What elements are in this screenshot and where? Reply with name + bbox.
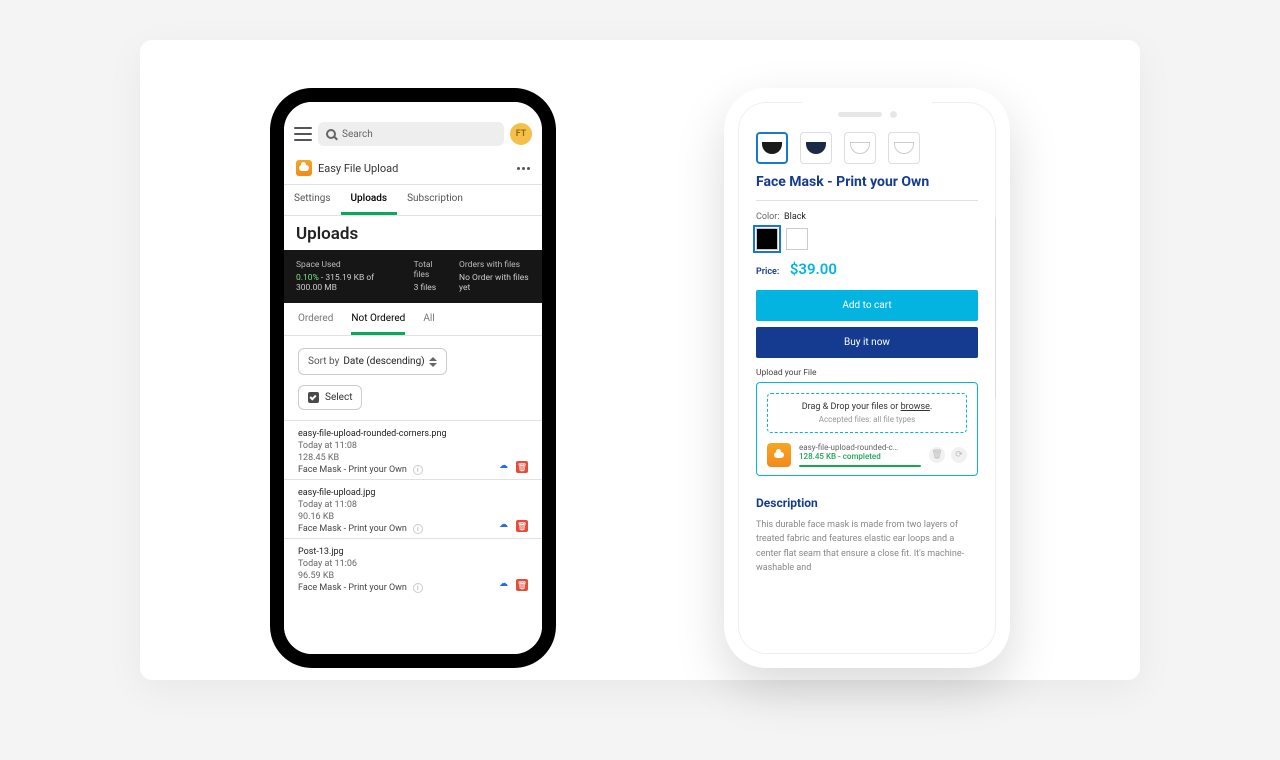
file-product: Face Mask - Print your Own [298, 524, 407, 534]
uploaded-file-status: 128.45 KB - completed [799, 452, 921, 461]
dropzone-text-post: . [930, 402, 932, 412]
color-value: Black [784, 212, 806, 222]
download-icon[interactable]: ☁ [499, 520, 508, 532]
select-label: Select [325, 392, 352, 403]
file-size: 96.59 KB [298, 571, 528, 581]
tab-settings[interactable]: Settings [284, 185, 341, 215]
tab-subscription[interactable]: Subscription [397, 185, 473, 215]
select-toggle[interactable]: Select [298, 385, 362, 410]
add-to-cart-button[interactable]: Add to cart [756, 290, 978, 321]
subtab-ordered[interactable]: Ordered [298, 313, 333, 335]
dropzone-text: Drag & Drop your files or browse. [774, 402, 960, 412]
menu-icon[interactable] [294, 127, 312, 141]
orders-files-label: Orders with files [459, 260, 530, 270]
file-when: Today at 11:08 [298, 500, 528, 510]
avatar[interactable]: FT [510, 123, 532, 145]
delete-icon[interactable]: 🗑 [516, 520, 528, 532]
download-icon[interactable]: ☁ [499, 579, 508, 591]
scroll-indicator [995, 218, 996, 398]
orders-files-value: No Order with files yet [459, 273, 530, 293]
color-label: Color: [756, 212, 780, 222]
space-used-pct: 0.10% [296, 273, 319, 283]
file-dropzone[interactable]: Drag & Drop your files or browse. Accept… [756, 382, 978, 476]
uploaded-progress [799, 465, 921, 467]
file-row[interactable]: easy-file-upload-rounded-corners.png Tod… [284, 420, 542, 479]
file-when: Today at 11:06 [298, 559, 528, 569]
app-title: Easy File Upload [296, 160, 398, 176]
download-icon[interactable]: ☁ [499, 461, 508, 473]
app-title-text: Easy File Upload [318, 162, 398, 175]
reupload-icon[interactable]: ⟳ [951, 447, 967, 463]
tab-uploads[interactable]: Uploads [341, 185, 398, 215]
thumbnail-white-front[interactable] [844, 132, 876, 164]
dropzone-text-pre: Drag & Drop your files or [802, 402, 901, 412]
file-row[interactable]: Post-13.jpg Today at 11:06 96.59 KB Face… [284, 538, 542, 597]
browse-link[interactable]: browse [901, 402, 930, 412]
file-product: Face Mask - Print your Own [298, 465, 407, 475]
description-text: This durable face mask is made from two … [756, 518, 978, 576]
total-files-label: Total files [414, 260, 445, 280]
upload-label: Upload your File [756, 368, 978, 378]
sort-selector[interactable]: Sort by Date (descending) [298, 348, 447, 375]
delete-icon[interactable]: 🗑 [516, 579, 528, 591]
thumbnail-black[interactable] [756, 132, 788, 164]
description-heading: Description [756, 496, 978, 510]
swatch-white[interactable] [786, 228, 808, 250]
app-icon [296, 160, 312, 176]
uploaded-file-name: easy-file-upload-rounded-cor… [799, 443, 899, 452]
swatch-black[interactable] [756, 228, 778, 250]
price-label: Price: [756, 267, 779, 277]
product-title: Face Mask - Print your Own [756, 174, 978, 190]
subtab-all[interactable]: All [423, 313, 434, 335]
page-title: Uploads [284, 216, 542, 250]
file-size: 90.16 KB [298, 512, 528, 522]
subtab-not-ordered[interactable]: Not Ordered [351, 313, 405, 335]
file-product: Face Mask - Print your Own [298, 583, 407, 593]
file-name: Post-13.jpg [298, 547, 528, 557]
more-icon[interactable] [517, 167, 530, 170]
thumbnail-navy[interactable] [800, 132, 832, 164]
info-icon[interactable]: i [413, 583, 423, 593]
search-input[interactable]: Search [318, 122, 504, 146]
search-icon [326, 129, 336, 139]
file-size: 128.45 KB [298, 453, 528, 463]
sort-caret-icon [429, 357, 437, 367]
admin-phone: Search FT Easy File Upload Settings Uplo… [270, 88, 556, 668]
file-when: Today at 11:08 [298, 441, 528, 451]
delete-icon[interactable]: 🗑 [516, 461, 528, 473]
usage-bar: Space Used 0.10% - 315.19 KB of 300.00 M… [284, 250, 542, 303]
dropzone-subtext: Accepted files: all file types [774, 415, 960, 424]
total-files-value: 3 files [414, 283, 445, 293]
sort-value: Date (descending) [343, 356, 424, 367]
file-row[interactable]: easy-file-upload.jpg Today at 11:08 90.1… [284, 479, 542, 538]
remove-file-icon[interactable]: 🗑 [929, 447, 945, 463]
file-name: easy-file-upload.jpg [298, 488, 528, 498]
storefront-phone: Face Mask - Print your Own Color: Black … [724, 88, 1010, 668]
divider [756, 200, 978, 201]
buy-now-button[interactable]: Buy it now [756, 327, 978, 358]
thumbnail-white-side[interactable] [888, 132, 920, 164]
checkbox-icon [308, 392, 319, 403]
price-value: $39.00 [790, 260, 837, 278]
search-placeholder: Search [342, 129, 373, 140]
sort-prefix: Sort by [308, 356, 339, 367]
space-used-label: Space Used [296, 260, 400, 270]
info-icon[interactable]: i [413, 465, 423, 475]
file-name: easy-file-upload-rounded-corners.png [298, 429, 528, 439]
cloud-upload-icon [767, 443, 791, 467]
uploaded-file-row: easy-file-upload-rounded-cor… 128.45 KB … [767, 443, 967, 467]
info-icon[interactable]: i [413, 524, 423, 534]
